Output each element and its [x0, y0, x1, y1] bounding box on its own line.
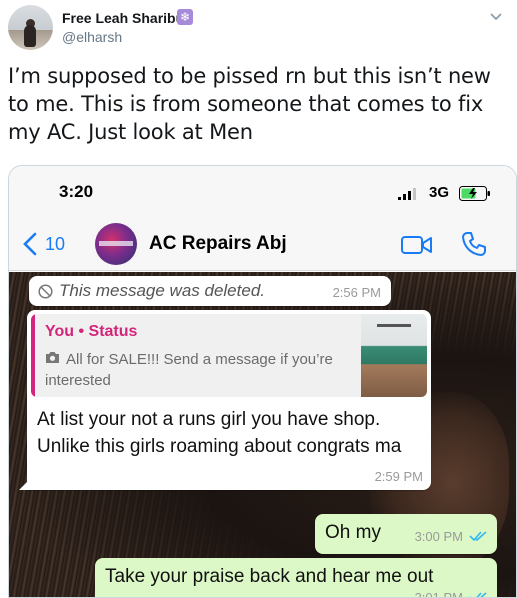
signal-icon — [398, 188, 416, 200]
status-quote[interactable]: You • Status All for SALE!!! Send a mess… — [31, 314, 427, 397]
chevron-down-icon[interactable] — [489, 10, 503, 24]
outgoing-message[interactable]: Take your praise back and hear me out 3:… — [95, 558, 497, 598]
message-time: 2:59 PM — [374, 469, 423, 484]
author-avatar[interactable] — [8, 5, 53, 50]
chat-header: 10 AC Repairs Abj — [9, 218, 516, 271]
message-text: Take your praise back and hear me out — [105, 566, 434, 587]
author-handle[interactable]: @elharsh — [62, 29, 122, 45]
incoming-reply-message[interactable]: You • Status All for SALE!!! Send a mess… — [19, 310, 431, 490]
battery-charging-icon — [459, 186, 490, 201]
video-call-icon[interactable] — [401, 235, 433, 255]
author-name[interactable]: Free Leah Sharibu — [62, 10, 184, 26]
quote-author: You • Status — [45, 323, 138, 340]
double-check-icon — [469, 531, 487, 542]
deleted-message[interactable]: This message was deleted. 2:56 PM — [29, 276, 391, 306]
network-type: 3G — [429, 184, 450, 201]
deleted-message-text: This message was deleted. — [59, 281, 265, 300]
phone-status-bar: 3:20 3G — [9, 166, 516, 218]
snowflake-icon: ❄ — [177, 9, 193, 25]
ban-icon — [38, 284, 53, 299]
message-text: Oh my — [325, 522, 381, 543]
contact-avatar[interactable] — [95, 223, 137, 265]
quote-text: All for SALE!!! Send a message if you’re… — [45, 351, 333, 389]
tweet-text: I’m supposed to be pissed rn but this is… — [8, 64, 491, 144]
status-time: 3:20 — [59, 182, 94, 201]
message-text: At list your not a runs girl you have sh… — [37, 409, 402, 457]
message-time: 3:00 PM — [414, 529, 463, 544]
back-count[interactable]: 10 — [45, 234, 65, 255]
message-time: 3:01 PM — [414, 590, 463, 598]
contact-name[interactable]: AC Repairs Abj — [149, 233, 287, 255]
tweet-media-image[interactable]: 3:20 3G 10 AC Repairs Abj This message w… — [8, 165, 517, 598]
status-thumbnail — [361, 314, 427, 397]
chat-messages[interactable]: This message was deleted. 2:56 PM You • … — [9, 272, 516, 598]
tweet-header: Free Leah Sharibu ❄ @elharsh — [0, 0, 517, 60]
double-check-icon — [470, 592, 487, 597]
phone-call-icon[interactable] — [461, 231, 487, 257]
outgoing-message[interactable]: Oh my 3:00 PM — [315, 514, 497, 554]
back-chevron-icon[interactable] — [23, 232, 37, 256]
message-time: 2:56 PM — [332, 285, 381, 300]
